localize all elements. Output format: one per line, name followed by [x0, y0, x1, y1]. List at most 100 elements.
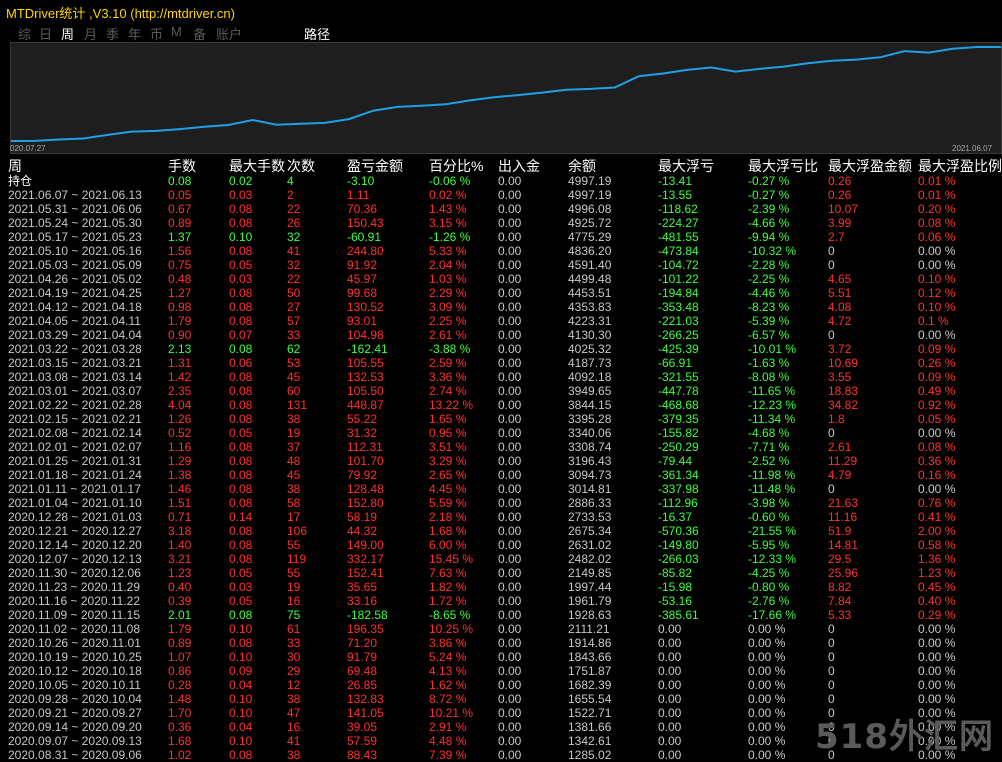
cell-col-11: 0.10 % — [918, 272, 956, 286]
cell-col-9: -2.76 % — [748, 594, 790, 608]
cell-col-5: 6.00 % — [429, 538, 467, 552]
table-row[interactable]: 2020.10.05 ~ 2020.10.11 0.28 0.04 12 26.85 1.… — [0, 678, 1002, 692]
table-row[interactable]: 2020.10.12 ~ 2020.10.18 0.86 0.09 29 69.48 4.… — [0, 664, 1002, 678]
cell-col-3: 57 — [287, 314, 301, 328]
cell-col-5: 0.95 % — [429, 426, 467, 440]
cell-col-8: -361.34 — [658, 468, 699, 482]
cell-col-9: -11.98 % — [748, 468, 796, 482]
tab-9[interactable]: 账户 — [216, 24, 242, 43]
cell-col-9: 0.00 % — [748, 622, 786, 636]
cell-col-0: 2020.10.05 ~ 2020.10.11 — [8, 678, 141, 692]
table-row[interactable]: 2020.12.14 ~ 2020.12.20 1.40 0.08 55 149.00 6… — [0, 538, 1002, 552]
table-row[interactable]: 2021.05.17 ~ 2021.05.23 1.37 0.10 32 -60.91 -… — [0, 230, 1002, 244]
tab-4[interactable]: 季 — [106, 24, 119, 43]
table-row[interactable]: 2021.05.10 ~ 2021.05.16 1.56 0.08 41 244.80 5… — [0, 244, 1002, 258]
table-row[interactable]: 2021.04.26 ~ 2021.05.02 0.48 0.03 22 45.97 1.… — [0, 272, 1002, 286]
table-row[interactable]: 2020.11.09 ~ 2020.11.15 2.01 0.08 75 -182.58… — [0, 608, 1002, 622]
cell-col-10: 0 — [828, 650, 835, 664]
cell-col-10: 21.63 — [828, 496, 859, 510]
tab-8[interactable]: 备 — [193, 24, 206, 43]
table-header: 周 手数 最大手数 次数 盈亏金额 百分比% 出入金 余额 最大浮亏 最大浮亏比 最大浮盈金额 最大浮… — [0, 156, 1002, 174]
table-row[interactable]: 2021.02.15 ~ 2021.02.21 1.26 0.08 38 55.22 1.… — [0, 412, 1002, 426]
cell-col-0: 2021.02.08 ~ 2021.02.14 — [8, 426, 142, 440]
tab-2[interactable]: 周 — [61, 24, 74, 43]
cell-col-5: 5.59 % — [429, 496, 467, 510]
cell-col-10: 4.65 — [828, 272, 852, 286]
column-header-10: 最大浮盈金额 — [828, 158, 912, 174]
table-row[interactable]: 持仓 0.08 0.02 4 -3.10 -0.06 % 0.00 4997.19 -13.41… — [0, 174, 1002, 188]
table-row[interactable]: 2020.12.21 ~ 2020.12.27 3.18 0.08 106 44.32 1… — [0, 524, 1002, 538]
cell-col-0: 2020.09.21 ~ 2020.09.27 — [8, 706, 142, 720]
cell-col-0: 2020.12.28 ~ 2021.01.03 — [8, 510, 142, 524]
cell-col-9: -7.71 % — [748, 440, 790, 454]
cell-col-4: 79.92 — [347, 468, 378, 482]
cell-col-7: 1522.71 — [568, 706, 612, 720]
table-row[interactable]: 2021.04.05 ~ 2021.04.11 1.79 0.08 57 93.01 2.… — [0, 314, 1002, 328]
table-row[interactable]: 2021.03.29 ~ 2021.04.04 0.90 0.07 33 104.98 2… — [0, 328, 1002, 342]
cell-col-4: 91.92 — [347, 258, 378, 272]
table-row[interactable]: 2021.01.11 ~ 2021.01.17 1.46 0.08 38 128.48 4… — [0, 482, 1002, 496]
table-row[interactable]: 2021.02.22 ~ 2021.02.28 4.04 0.08 131 448.87… — [0, 398, 1002, 412]
table-row[interactable]: 2021.03.08 ~ 2021.03.14 1.42 0.08 45 132.53 3… — [0, 370, 1002, 384]
table-row[interactable]: 2020.12.28 ~ 2021.01.03 0.71 0.14 17 58.19 2.… — [0, 510, 1002, 524]
cell-col-1: 0.75 — [168, 258, 192, 272]
table-row[interactable]: 2020.11.02 ~ 2020.11.08 1.79 0.10 61 196.35 1… — [0, 622, 1002, 636]
cell-col-3: 32 — [287, 230, 301, 244]
tab-0[interactable]: 综 — [18, 24, 31, 43]
cell-col-3: 37 — [287, 440, 301, 454]
table-row[interactable]: 2021.02.01 ~ 2021.02.07 1.16 0.08 37 112.31 3… — [0, 440, 1002, 454]
cell-col-9: -11.48 % — [748, 482, 796, 496]
cell-col-1: 1.79 — [168, 314, 192, 328]
table-row[interactable]: 2021.03.22 ~ 2021.03.28 2.13 0.08 62 -162.41… — [0, 342, 1002, 356]
table-row[interactable]: 2021.06.07 ~ 2021.06.13 0.05 0.03 2 1.11 0.02… — [0, 188, 1002, 202]
cell-col-6: 0.00 — [498, 692, 522, 706]
cell-col-3: 26 — [287, 216, 301, 230]
cell-col-6: 0.00 — [498, 440, 522, 454]
cell-col-10: 4.08 — [828, 300, 852, 314]
tab-path[interactable]: 路径 — [304, 24, 330, 43]
cell-col-10: 0 — [828, 678, 835, 692]
table-row[interactable]: 2021.04.12 ~ 2021.04.18 0.98 0.08 27 130.52 3… — [0, 300, 1002, 314]
table-row[interactable]: 2020.10.19 ~ 2020.10.25 1.07 0.10 30 91.79 5.… — [0, 650, 1002, 664]
tab-5[interactable]: 年 — [128, 24, 141, 43]
tab-6[interactable]: 币 — [150, 24, 163, 43]
tab-3[interactable]: 月 — [84, 24, 97, 43]
cell-col-6: 0.00 — [498, 216, 522, 230]
cell-col-0: 2020.12.14 ~ 2020.12.20 — [8, 538, 142, 552]
cell-col-3: 16 — [287, 720, 301, 734]
cell-col-2: 0.05 — [229, 594, 253, 608]
cell-col-4: 128.48 — [347, 482, 384, 496]
cell-col-11: 0.00 % — [918, 426, 956, 440]
table-row[interactable]: 2021.04.19 ~ 2021.04.25 1.27 0.08 50 99.68 2.… — [0, 286, 1002, 300]
table-row[interactable]: 2021.01.25 ~ 2021.01.31 1.29 0.08 48 101.70 3… — [0, 454, 1002, 468]
cell-col-6: 0.00 — [498, 580, 522, 594]
cell-col-8: -16.37 — [658, 510, 693, 524]
table-row[interactable]: 2021.03.15 ~ 2021.03.21 1.31 0.06 53 105.55 2… — [0, 356, 1002, 370]
cell-col-5: 2.74 % — [429, 384, 467, 398]
table-row[interactable]: 2020.10.26 ~ 2020.11.01 0.89 0.08 33 71.20 3.… — [0, 636, 1002, 650]
cell-col-9: -9.94 % — [748, 230, 790, 244]
cell-col-1: 1.23 — [168, 566, 192, 580]
table-row[interactable]: 2021.01.04 ~ 2021.01.10 1.51 0.08 58 152.80 5… — [0, 496, 1002, 510]
table-row[interactable]: 2021.01.18 ~ 2021.01.24 1.38 0.08 45 79.92 2.… — [0, 468, 1002, 482]
cell-col-6: 0.00 — [498, 706, 522, 720]
table-row[interactable]: 2020.11.23 ~ 2020.11.29 0.40 0.03 19 35.65 1.… — [0, 580, 1002, 594]
chart-x-end-label: 2021.06.07 — [952, 144, 993, 153]
cell-col-10: 2.7 — [828, 230, 845, 244]
table-row[interactable]: 2021.05.31 ~ 2021.06.06 0.67 0.08 22 70.36 1.… — [0, 202, 1002, 216]
table-row[interactable]: 2020.09.28 ~ 2020.10.04 1.48 0.10 38 132.83 8… — [0, 692, 1002, 706]
table-row[interactable]: 2021.03.01 ~ 2021.03.07 2.35 0.08 60 105.50 2… — [0, 384, 1002, 398]
cell-col-6: 0.00 — [498, 356, 522, 370]
cell-col-9: -2.52 % — [748, 454, 790, 468]
table-row[interactable]: 2021.02.08 ~ 2021.02.14 0.52 0.05 19 31.32 0.… — [0, 426, 1002, 440]
tab-1[interactable]: 日 — [39, 24, 52, 43]
table-row[interactable]: 2021.05.03 ~ 2021.05.09 0.75 0.05 32 91.92 2.… — [0, 258, 1002, 272]
tab-7[interactable]: M — [171, 24, 182, 39]
cell-col-10: 0.26 — [828, 174, 852, 188]
table-row[interactable]: 2020.11.30 ~ 2020.12.06 1.23 0.05 55 152.41 7… — [0, 566, 1002, 580]
cell-col-3: 30 — [287, 650, 301, 664]
table-row[interactable]: 2020.12.07 ~ 2020.12.13 3.21 0.08 119 332.17… — [0, 552, 1002, 566]
table-row[interactable]: 2020.11.16 ~ 2020.11.22 0.39 0.05 16 33.16 1.… — [0, 594, 1002, 608]
table-row[interactable]: 2021.05.24 ~ 2021.05.30 0.89 0.08 26 150.43 3… — [0, 216, 1002, 230]
cell-col-10: 29.5 — [828, 552, 852, 566]
